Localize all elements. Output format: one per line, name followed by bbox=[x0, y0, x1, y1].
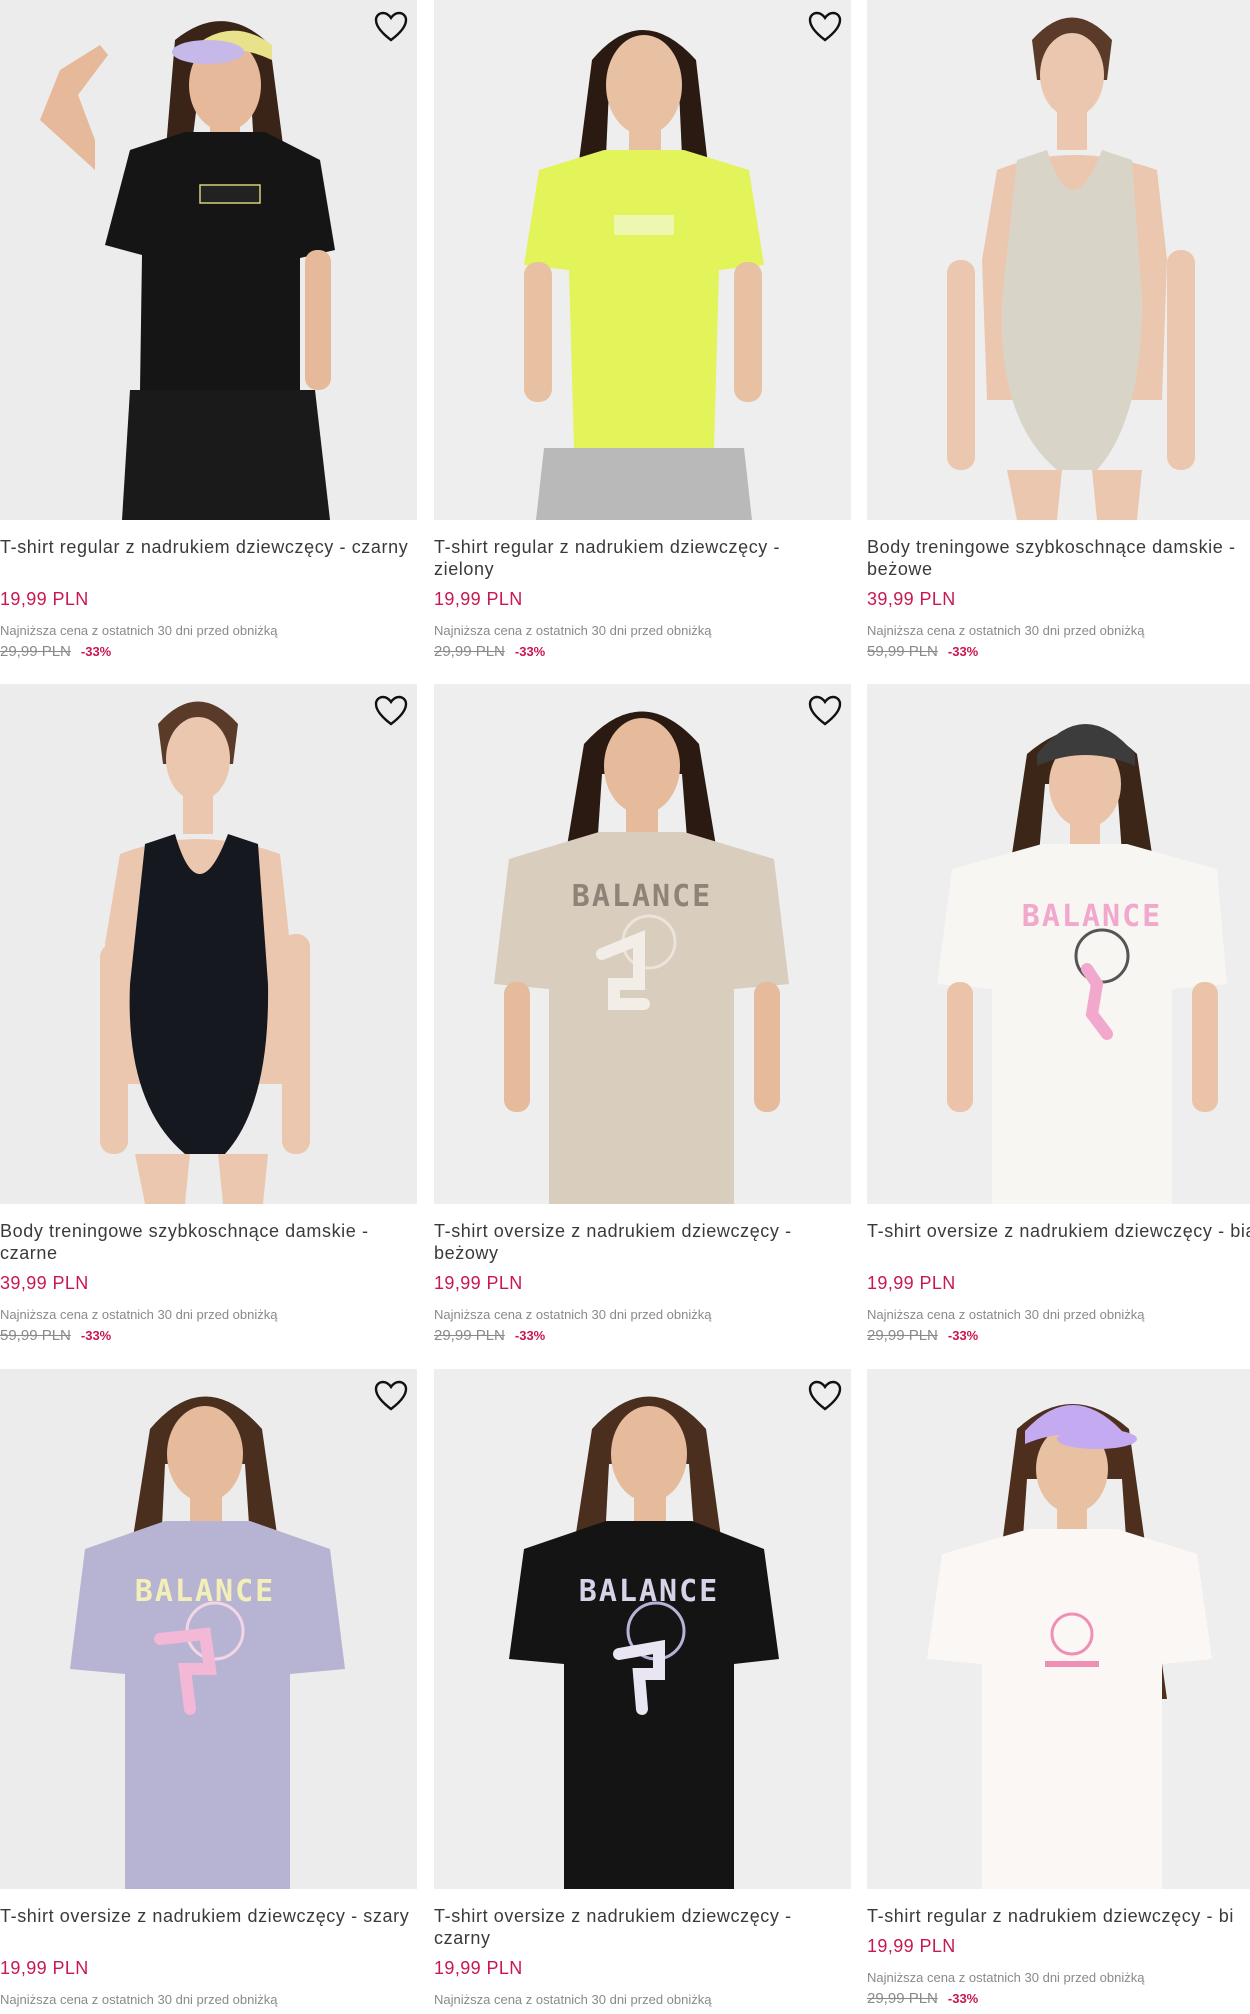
product-price: 39,99 PLN bbox=[0, 1273, 89, 1293]
product-image[interactable]: BALANCE bbox=[0, 1369, 417, 1889]
product-price: 19,99 PLN bbox=[434, 1958, 523, 1978]
lowest-price-note: Najniższa cena z ostatnich 30 dni przed … bbox=[434, 1307, 712, 1322]
old-price: 29,99 PLN bbox=[867, 1990, 938, 2007]
product-photo: BALANCE bbox=[0, 1369, 417, 1889]
product-price: 19,99 PLN bbox=[0, 1958, 89, 1978]
product-photo bbox=[0, 0, 417, 520]
product-title[interactable]: T-shirt oversize z nadrukiem dziewczęcy … bbox=[867, 1220, 1250, 1242]
balance-print: BALANCE bbox=[572, 879, 712, 914]
discount-badge: -33% bbox=[80, 644, 112, 659]
heart-outline-icon[interactable] bbox=[373, 694, 409, 728]
lowest-price-note: Najniższa cena z ostatnich 30 dni przed … bbox=[0, 1307, 278, 1322]
product-title[interactable]: T-shirt regular z nadrukiem dziewczęcy -… bbox=[434, 536, 844, 580]
product-photo bbox=[867, 0, 1250, 520]
product-image[interactable] bbox=[434, 0, 851, 520]
discount-badge: -33% bbox=[80, 1328, 112, 1343]
product-photo: BALANCE bbox=[867, 684, 1250, 1204]
lowest-price-note: Najniższa cena z ostatnich 30 dni przed … bbox=[867, 1307, 1145, 1322]
product-photo bbox=[434, 0, 851, 520]
lowest-price-note: Najniższa cena z ostatnich 30 dni przed … bbox=[867, 623, 1145, 638]
lowest-price-note: Najniższa cena z ostatnich 30 dni przed … bbox=[867, 1970, 1145, 1985]
product-image[interactable] bbox=[0, 684, 417, 1204]
old-price-row: 29,99 PLN -33% bbox=[867, 1990, 978, 2007]
product-title[interactable]: T-shirt oversize z nadrukiem dziewczęcy … bbox=[434, 1220, 844, 1264]
product-title[interactable]: T-shirt oversize z nadrukiem dziewczęcy … bbox=[434, 1905, 844, 1949]
product-image[interactable] bbox=[0, 0, 417, 520]
old-price: 59,99 PLN bbox=[0, 1327, 71, 1344]
product-image[interactable]: BALANCE bbox=[434, 684, 851, 1204]
product-price: 19,99 PLN bbox=[867, 1273, 956, 1293]
product-price: 19,99 PLN bbox=[867, 1936, 956, 1956]
product-photo: BALANCE bbox=[434, 684, 851, 1204]
old-price: 29,99 PLN bbox=[434, 1327, 505, 1344]
discount-badge: -33% bbox=[947, 644, 979, 659]
discount-badge: -33% bbox=[514, 644, 546, 659]
old-price: 29,99 PLN bbox=[0, 643, 71, 660]
old-price-row: 29,99 PLN -33% bbox=[0, 643, 111, 660]
old-price-row: 59,99 PLN -33% bbox=[867, 643, 978, 660]
old-price-row: 59,99 PLN -33% bbox=[0, 1327, 111, 1344]
lowest-price-note: Najniższa cena z ostatnich 30 dni przed … bbox=[0, 623, 278, 638]
product-title[interactable]: Body treningowe szybkoschnące damskie - … bbox=[0, 1220, 410, 1264]
product-price: 39,99 PLN bbox=[867, 589, 956, 609]
product-title[interactable]: T-shirt regular z nadrukiem dziewczęcy -… bbox=[867, 1905, 1250, 1927]
product-image[interactable] bbox=[867, 0, 1250, 520]
product-price: 19,99 PLN bbox=[434, 1273, 523, 1293]
heart-outline-icon[interactable] bbox=[373, 10, 409, 44]
product-title[interactable]: Body treningowe szybkoschnące damskie - … bbox=[867, 536, 1250, 580]
old-price: 29,99 PLN bbox=[434, 643, 505, 660]
heart-outline-icon[interactable] bbox=[807, 694, 843, 728]
product-image[interactable]: BALANCE bbox=[867, 684, 1250, 1204]
old-price-row: 29,99 PLN -33% bbox=[867, 1327, 978, 1344]
product-photo bbox=[867, 1369, 1250, 1889]
balance-print: BALANCE bbox=[1022, 899, 1162, 934]
old-price: 59,99 PLN bbox=[867, 643, 938, 660]
discount-badge: -33% bbox=[514, 1328, 546, 1343]
discount-badge: -33% bbox=[947, 1328, 979, 1343]
product-price: 19,99 PLN bbox=[434, 589, 523, 609]
old-price-row: 29,99 PLN -33% bbox=[434, 643, 545, 660]
product-price: 19,99 PLN bbox=[0, 589, 89, 609]
discount-badge: -33% bbox=[947, 1991, 979, 2006]
old-price: 29,99 PLN bbox=[867, 1327, 938, 1344]
lowest-price-note: Najniższa cena z ostatnich 30 dni przed … bbox=[434, 623, 712, 638]
old-price-row: 29,99 PLN -33% bbox=[434, 1327, 545, 1344]
product-image[interactable] bbox=[867, 1369, 1250, 1889]
heart-outline-icon[interactable] bbox=[807, 10, 843, 44]
product-image[interactable]: BALANCE bbox=[434, 1369, 851, 1889]
product-title[interactable]: T-shirt regular z nadrukiem dziewczęcy -… bbox=[0, 536, 410, 558]
heart-outline-icon[interactable] bbox=[373, 1379, 409, 1413]
product-photo: BALANCE bbox=[434, 1369, 851, 1889]
heart-outline-icon[interactable] bbox=[807, 1379, 843, 1413]
product-photo bbox=[0, 684, 417, 1204]
lowest-price-note: Najniższa cena z ostatnich 30 dni przed … bbox=[0, 1992, 278, 2007]
lowest-price-note: Najniższa cena z ostatnich 30 dni przed … bbox=[434, 1992, 712, 2007]
product-title[interactable]: T-shirt oversize z nadrukiem dziewczęcy … bbox=[0, 1905, 410, 1927]
